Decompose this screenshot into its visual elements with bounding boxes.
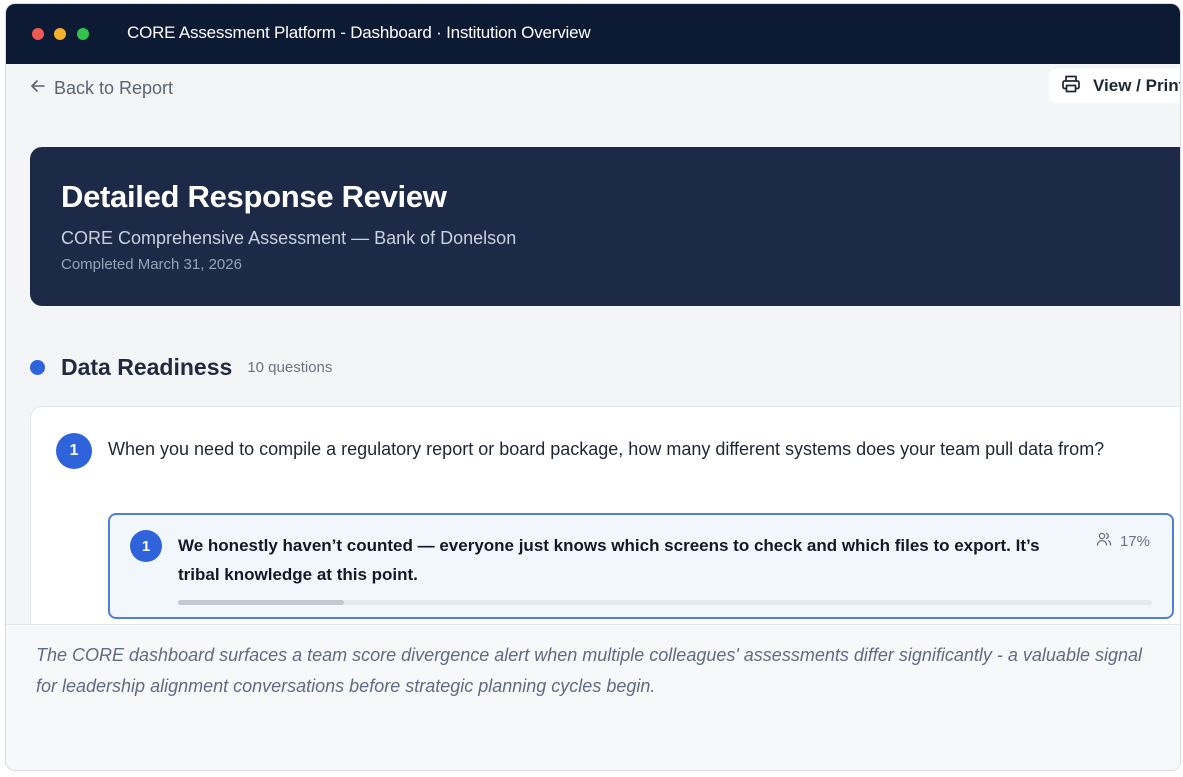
view-print-button[interactable]: View / Print — [1049, 69, 1180, 103]
printer-icon — [1061, 74, 1081, 99]
back-to-report-label: Back to Report — [54, 77, 174, 98]
response-share-bar — [178, 600, 1152, 605]
assessment-subtitle: CORE Comprehensive Assessment — Bank of … — [61, 228, 517, 248]
answer-option-selected[interactable]: 1 We honestly haven’t counted — everyone… — [108, 513, 1174, 619]
page-title: Detailed Response Review — [61, 179, 447, 214]
response-share: 17% — [1096, 531, 1150, 551]
section-question-count: 10 questions — [247, 358, 333, 376]
report-header-banner: Detailed Response Review CORE Comprehens… — [30, 147, 1180, 306]
completion-date: Completed March 31, 2026 — [61, 256, 242, 273]
answer-text: We honestly haven’t counted — everyone j… — [178, 536, 1040, 584]
close-window-dot[interactable] — [32, 28, 44, 40]
arrow-left-icon — [30, 78, 46, 99]
screenshot-caption: The CORE dashboard surfaces a team score… — [36, 645, 1142, 696]
app-window: CORE Assessment Platform - Dashboard · I… — [5, 3, 1181, 771]
question-text: When you need to compile a regulatory re… — [108, 439, 1105, 459]
back-to-report-link[interactable]: Back to Report — [30, 76, 173, 100]
window-title: CORE Assessment Platform - Dashboard · I… — [127, 23, 591, 42]
response-percent: 17% — [1119, 532, 1150, 550]
minimize-window-dot[interactable] — [54, 28, 66, 40]
response-share-fill — [178, 600, 344, 605]
question-card: 1 When you need to compile a regulatory … — [30, 406, 1180, 624]
question-number-badge: 1 — [56, 433, 92, 469]
answer-number-badge: 1 — [130, 530, 162, 562]
page-content: Back to Report View / Print Detailed Res… — [6, 64, 1180, 624]
section-header: Data Readiness 10 questions — [30, 352, 332, 382]
maximize-window-dot[interactable] — [77, 28, 89, 40]
section-title: Data Readiness — [61, 353, 233, 380]
window-titlebar: CORE Assessment Platform - Dashboard · I… — [6, 4, 1180, 64]
users-icon — [1096, 531, 1112, 551]
view-print-label: View / Print — [1093, 76, 1180, 95]
caption-area: The CORE dashboard surfaces a team score… — [6, 624, 1180, 770]
section-dot-icon — [30, 359, 45, 375]
